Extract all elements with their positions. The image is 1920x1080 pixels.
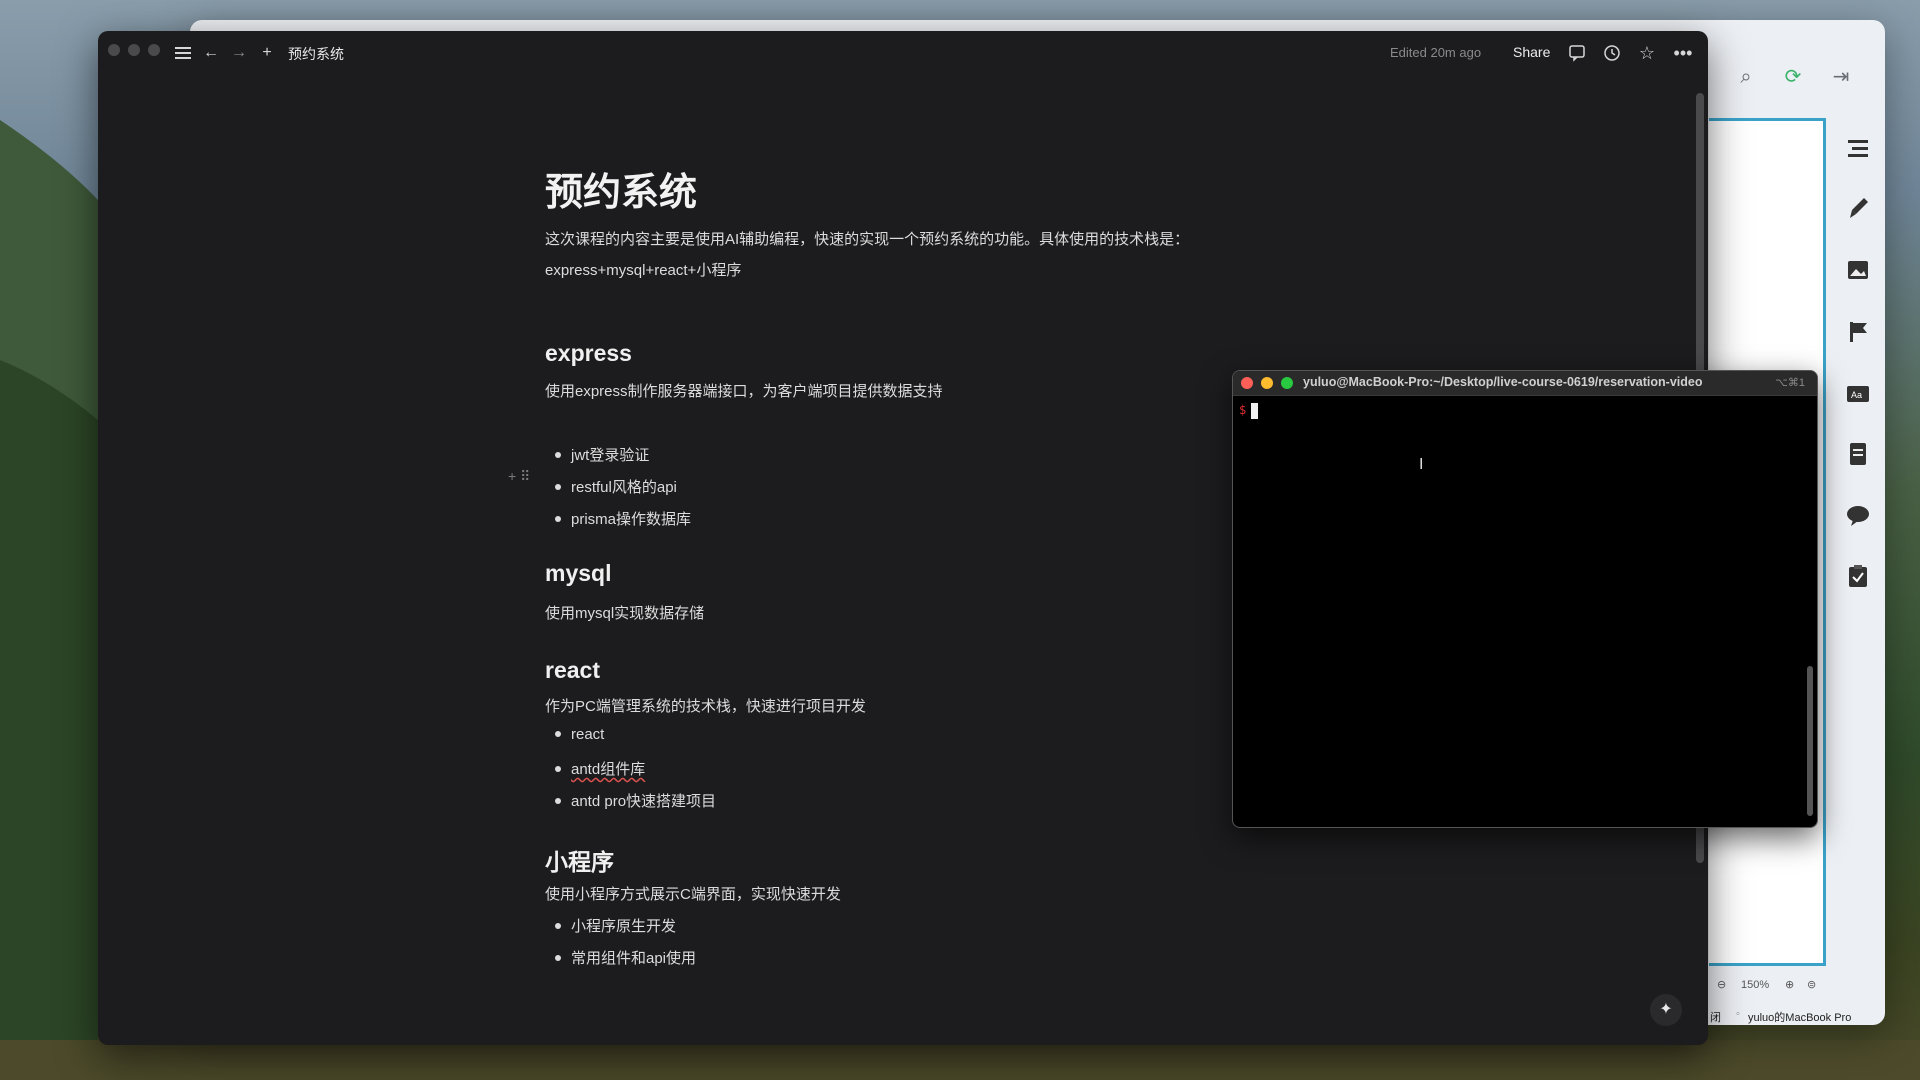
section-heading-miniprogram[interactable]: 小程序	[545, 843, 614, 877]
section-desc-react[interactable]: 作为PC端管理系统的技术栈，快速进行项目开发	[545, 695, 866, 716]
terminal-prompt: $	[1239, 403, 1247, 417]
ibeam-cursor-icon: I	[1419, 456, 1424, 473]
list-item[interactable]: jwt登录验证	[545, 444, 649, 465]
comment-icon[interactable]	[1568, 43, 1586, 63]
search-icon[interactable]: ⌕	[1733, 64, 1759, 90]
zoom-level: 150%	[1741, 979, 1770, 991]
zoom-bar: ⊖ 150% ⊕ ⊜	[1709, 975, 1829, 997]
list-item[interactable]: restful风格的api	[545, 476, 677, 497]
section-desc-miniprogram[interactable]: 使用小程序方式展示C端界面，实现快速开发	[545, 883, 841, 904]
terminal-minimize-button[interactable]	[1261, 377, 1273, 389]
list-item[interactable]: react	[545, 726, 604, 743]
window-zoom-button[interactable]	[148, 44, 160, 56]
fit-icon[interactable]: ⊜	[1807, 978, 1816, 991]
clipboard-icon[interactable]	[1844, 562, 1872, 590]
terminal-close-button[interactable]	[1241, 377, 1253, 389]
brush-icon[interactable]	[1844, 194, 1872, 222]
block-drag-handle[interactable]: + ⠿	[508, 468, 530, 485]
list-item[interactable]: prisma操作数据库	[545, 508, 691, 529]
status-bar: 闭 ◦ yuluo的MacBook Pro	[1700, 1005, 1885, 1027]
sparkle-icon[interactable]: ✦	[1650, 994, 1682, 1026]
list-icon[interactable]	[1844, 134, 1872, 162]
window-minimize-button[interactable]	[128, 44, 140, 56]
intro-paragraph[interactable]: 这次课程的内容主要是使用AI辅助编程，快速的实现一个预约系统的功能。具体使用的技…	[545, 228, 1189, 249]
document-icon[interactable]	[1844, 440, 1872, 468]
plus-icon[interactable]: +	[258, 43, 276, 63]
share-icon[interactable]: ⟳	[1780, 64, 1806, 90]
device-name: yuluo的MacBook Pro	[1748, 1012, 1852, 1024]
menu-icon[interactable]	[174, 43, 192, 63]
svg-text:Aa: Aa	[1851, 390, 1862, 400]
background-sidebar: Aa	[1830, 118, 1886, 618]
image-icon[interactable]	[1844, 256, 1872, 284]
list-item[interactable]: antd组件库	[545, 758, 645, 779]
more-icon[interactable]: •••	[1672, 43, 1694, 63]
background-toolbar: ⌕ ⟳ ⇥	[1700, 56, 1885, 96]
terminal-cursor	[1251, 403, 1258, 419]
share-button[interactable]: Share	[1513, 44, 1550, 60]
section-heading-react[interactable]: react	[545, 657, 600, 684]
list-item[interactable]: 小程序原生开发	[545, 915, 676, 936]
device-dot-icon: ◦	[1736, 1008, 1740, 1020]
notes-titlebar: ← → + 预约系统 Edited 20m ago Share ☆ •••	[98, 31, 1708, 75]
status-left-text: 闭	[1710, 1012, 1721, 1024]
terminal-title: yuluo@MacBook-Pro:~/Desktop/live-course-…	[1303, 375, 1703, 389]
page-title[interactable]: 预约系统	[545, 161, 697, 216]
section-desc-express[interactable]: 使用express制作服务器端接口，为客户端项目提供数据支持	[545, 380, 943, 401]
list-item[interactable]: 常用组件和api使用	[545, 947, 696, 968]
tech-stack-line[interactable]: express+mysql+react+小程序	[545, 259, 741, 280]
section-heading-express[interactable]: express	[545, 340, 632, 367]
terminal-scrollbar[interactable]	[1807, 666, 1813, 816]
zoom-in-icon[interactable]: ⊕	[1785, 978, 1794, 991]
comment-bubble-icon[interactable]	[1844, 502, 1872, 530]
terminal-window[interactable]: yuluo@MacBook-Pro:~/Desktop/live-course-…	[1232, 370, 1818, 828]
forward-arrow-icon[interactable]: →	[230, 43, 248, 63]
zoom-out-icon[interactable]: ⊖	[1717, 978, 1726, 991]
history-icon[interactable]	[1603, 43, 1621, 63]
terminal-zoom-button[interactable]	[1281, 377, 1293, 389]
export-icon[interactable]: ⇥	[1828, 64, 1854, 90]
star-icon[interactable]: ☆	[1638, 43, 1656, 63]
breadcrumb[interactable]: 预约系统	[288, 44, 344, 64]
back-arrow-icon[interactable]: ←	[202, 43, 220, 63]
font-icon[interactable]: Aa	[1844, 380, 1872, 408]
terminal-titlebar[interactable]: yuluo@MacBook-Pro:~/Desktop/live-course-…	[1233, 371, 1817, 396]
section-heading-mysql[interactable]: mysql	[545, 560, 611, 587]
edited-status: Edited 20m ago	[1390, 45, 1482, 60]
window-close-button[interactable]	[108, 44, 120, 56]
terminal-shortcut: ⌥⌘1	[1775, 377, 1805, 389]
list-item[interactable]: antd pro快速搭建项目	[545, 790, 716, 811]
section-desc-mysql[interactable]: 使用mysql实现数据存储	[545, 602, 704, 623]
flag-icon[interactable]	[1844, 318, 1872, 346]
